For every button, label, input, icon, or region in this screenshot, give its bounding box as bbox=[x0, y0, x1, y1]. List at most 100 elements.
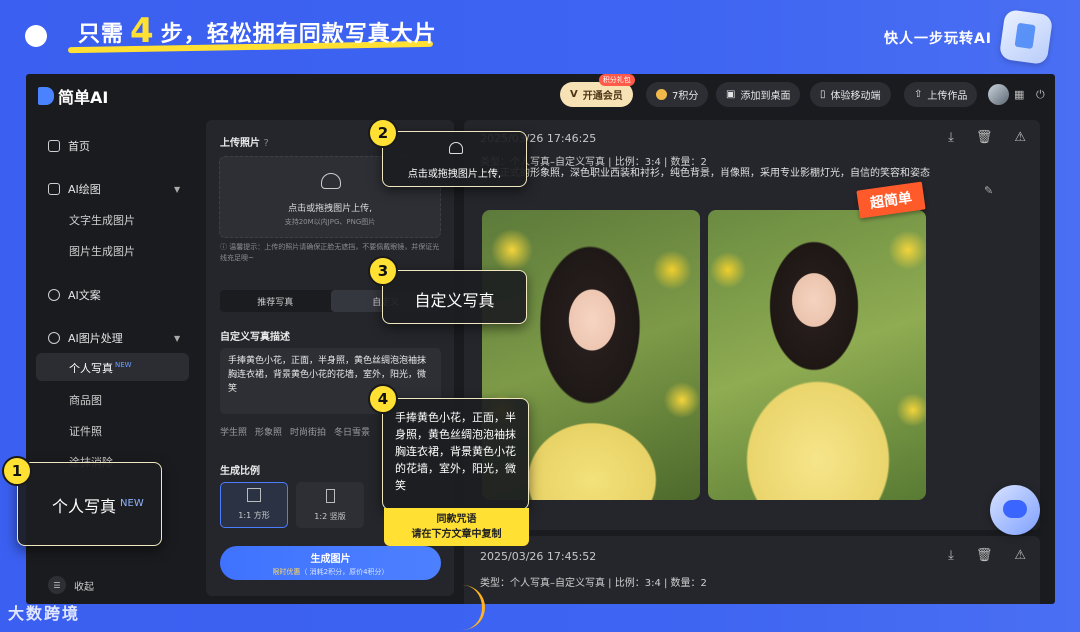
sidebar-item-text2img[interactable]: 文字生成图片 bbox=[69, 212, 135, 228]
ai-text-icon bbox=[48, 289, 60, 301]
step-3-marker: 3 bbox=[368, 256, 398, 286]
report-icon[interactable]: ⚠ bbox=[1014, 130, 1026, 145]
top-bar: 简单AI V 开通会员 积分礼包 7积分 ▣ 添加到桌面 ▯ 体验移动端 ⇧ 上… bbox=[26, 74, 1055, 116]
desc-label: 自定义写真描述 bbox=[220, 332, 290, 343]
result-photo[interactable] bbox=[708, 210, 926, 500]
download-icon[interactable]: ⤓ bbox=[948, 130, 954, 145]
chevron-down-icon: ▼ bbox=[174, 333, 181, 343]
chevron-down-icon: ▼ bbox=[174, 184, 181, 194]
sidebar-item-home[interactable]: 首页 bbox=[48, 138, 90, 154]
generate-label: 生成图片 bbox=[310, 554, 351, 565]
generate-button[interactable]: 生成图片 限时优惠（ 消耗2积分，原价4积分） bbox=[220, 546, 441, 580]
download-icon[interactable]: ⤓ bbox=[948, 548, 954, 563]
vip-gift-badge: 积分礼包 bbox=[598, 74, 635, 86]
tab-recommend[interactable]: 推荐写真 bbox=[220, 290, 331, 312]
upload-icon: ⇧ bbox=[914, 89, 923, 100]
tag-item[interactable]: 时尚街拍 bbox=[290, 425, 326, 438]
cloud-upload-icon bbox=[321, 173, 341, 189]
palette-icon bbox=[48, 332, 60, 344]
upload-label-text: 上传照片 bbox=[220, 138, 260, 149]
desktop-label: 添加到桌面 bbox=[740, 91, 791, 102]
callout-label: 个人写真 bbox=[52, 497, 117, 516]
image-icon bbox=[48, 183, 60, 195]
collapse-icon: ☰ bbox=[48, 576, 66, 594]
add-to-desktop-button[interactable]: ▣ 添加到桌面 bbox=[716, 82, 801, 107]
ratio-label-text: 1:2 竖版 bbox=[314, 512, 346, 521]
brand-tagline: 快人一步玩转AI bbox=[883, 31, 992, 47]
portrait-icon bbox=[325, 489, 335, 503]
callout-label: 手捧黄色小花，正面，半身照，黄色丝绸泡泡袖抹胸连衣裙，背景黄色小花的花墙，室外，… bbox=[395, 411, 516, 492]
upload-tip: ⓘ 温馨提示：上传的照片请确保正脸无遮挡，不要佩戴眼镜，并保证光线充足噢~ bbox=[220, 243, 440, 262]
edit-icon[interactable]: ✎ bbox=[984, 184, 993, 197]
callout-label: 点击或拖拽图片上传, bbox=[407, 169, 502, 180]
new-badge: NEW bbox=[115, 361, 132, 370]
result-card: 2025/03/26 17:45:52 ⤓ 🗑 ⚠ 类型：个人写真–自定义写真 … bbox=[464, 536, 1040, 604]
assistant-robot-icon[interactable] bbox=[990, 485, 1040, 535]
tag-item[interactable]: 形象照 bbox=[255, 425, 282, 438]
report-icon[interactable]: ⚠ bbox=[1014, 548, 1026, 563]
tag-item[interactable]: 冬日雪景 bbox=[334, 425, 370, 438]
callout-step3: 自定义写真 bbox=[382, 270, 527, 324]
result-meta: 类型：个人写真–自定义写真 | 比例：3:4 | 数量：2 bbox=[480, 578, 707, 589]
step-4-marker: 4 bbox=[368, 384, 398, 414]
step-1-marker: 1 bbox=[2, 456, 32, 486]
delete-icon[interactable]: 🗑 bbox=[976, 548, 993, 563]
watermark: 大数跨境 bbox=[8, 604, 81, 623]
headline-number: 4 bbox=[130, 11, 155, 51]
promo-label: 限时优惠 bbox=[272, 568, 301, 576]
brand-logo-icon bbox=[998, 8, 1054, 66]
power-icon[interactable]: ⏻ bbox=[1036, 88, 1045, 102]
home-icon bbox=[48, 140, 60, 152]
callout-step2: 点击或拖拽图片上传, bbox=[382, 131, 527, 187]
points-button[interactable]: 7积分 bbox=[646, 82, 709, 107]
vip-label: 开通会员 bbox=[582, 91, 623, 102]
qr-icon[interactable]: ▦ bbox=[1014, 88, 1024, 101]
sidebar-item-label: AI绘图 bbox=[68, 183, 101, 196]
collapse-button[interactable]: ☰ 收起 bbox=[48, 576, 94, 594]
sidebar-item-product[interactable]: 商品图 bbox=[69, 392, 102, 408]
coin-icon bbox=[656, 89, 667, 100]
mobile-button[interactable]: ▯ 体验移动端 bbox=[810, 82, 891, 107]
sidebar-item-label: 首页 bbox=[68, 140, 90, 153]
sidebar-item-ai-text[interactable]: AI文案 bbox=[48, 287, 101, 303]
callout-label: 自定义写真 bbox=[414, 291, 495, 310]
result-actions: ⤓ 🗑 ⚠ bbox=[948, 130, 1026, 145]
result-card: 2025/03/26 17:46:25 ⤓ 🗑 ⚠ 类型：个人写真–自定义写真 … bbox=[464, 120, 1040, 530]
ratio-1-1-button[interactable]: 1:1 方形 bbox=[220, 482, 288, 528]
ratio-1-2-button[interactable]: 1:2 竖版 bbox=[296, 482, 364, 528]
price-note: （ 消耗2积分，原价4积分） bbox=[300, 568, 389, 576]
new-badge: NEW bbox=[120, 497, 144, 509]
sidebar-item-img2img[interactable]: 图片生成图片 bbox=[69, 243, 135, 259]
sidebar-item-ai-draw[interactable]: AI绘图 ▼ bbox=[48, 181, 180, 197]
ratio-label-text: 1:1 方形 bbox=[238, 511, 270, 520]
sidebar-item-label: AI图片处理 bbox=[68, 332, 123, 345]
copy-line: 同款咒语 bbox=[436, 514, 477, 525]
sidebar-item-ai-image-proc[interactable]: AI图片处理 ▼ bbox=[48, 330, 180, 346]
cloud-upload-icon bbox=[449, 142, 463, 154]
avatar[interactable] bbox=[988, 84, 1009, 105]
desktop-icon: ▣ bbox=[726, 89, 736, 100]
vip-button[interactable]: V 开通会员 积分礼包 bbox=[560, 74, 635, 107]
app-logo[interactable]: 简单AI bbox=[38, 84, 108, 108]
promo-headline: 只需 4 步，轻松拥有同款写真大片 bbox=[78, 14, 437, 48]
headline-pre: 只需 bbox=[78, 22, 125, 47]
callout-step4: 手捧黄色小花，正面，半身照，黄色丝绸泡泡袖抹胸连衣裙，背景黄色小花的花墙，室外，… bbox=[382, 398, 529, 510]
square-icon bbox=[247, 488, 261, 502]
result-timestamp: 2025/03/26 17:45:52 bbox=[480, 550, 597, 563]
mobile-label: 体验移动端 bbox=[830, 91, 881, 102]
sidebar-item-personal-photo[interactable]: 个人写真 NEW bbox=[69, 360, 132, 376]
phone-icon: ▯ bbox=[820, 89, 826, 100]
help-icon[interactable]: ? bbox=[263, 138, 268, 149]
upload-sub-text: 支持20M以内JPG、PNG图片 bbox=[284, 218, 376, 226]
upload-works-button[interactable]: ⇧ 上传作品 bbox=[904, 82, 978, 107]
headline-post: 步，轻松拥有同款写真大片 bbox=[160, 22, 437, 47]
ratio-label: 生成比例 bbox=[220, 466, 260, 477]
delete-icon[interactable]: 🗑 bbox=[976, 130, 993, 145]
logo-text: 简单AI bbox=[58, 88, 109, 107]
sidebar-item-id-photo[interactable]: 证件照 bbox=[69, 423, 102, 439]
tag-item[interactable]: 学生照 bbox=[220, 425, 247, 438]
copy-line: 请在下方文章中复制 bbox=[411, 529, 502, 540]
decor-dot bbox=[25, 25, 47, 47]
vip-icon: V bbox=[570, 89, 578, 100]
sidebar-item-label: 个人写真 bbox=[69, 362, 113, 375]
